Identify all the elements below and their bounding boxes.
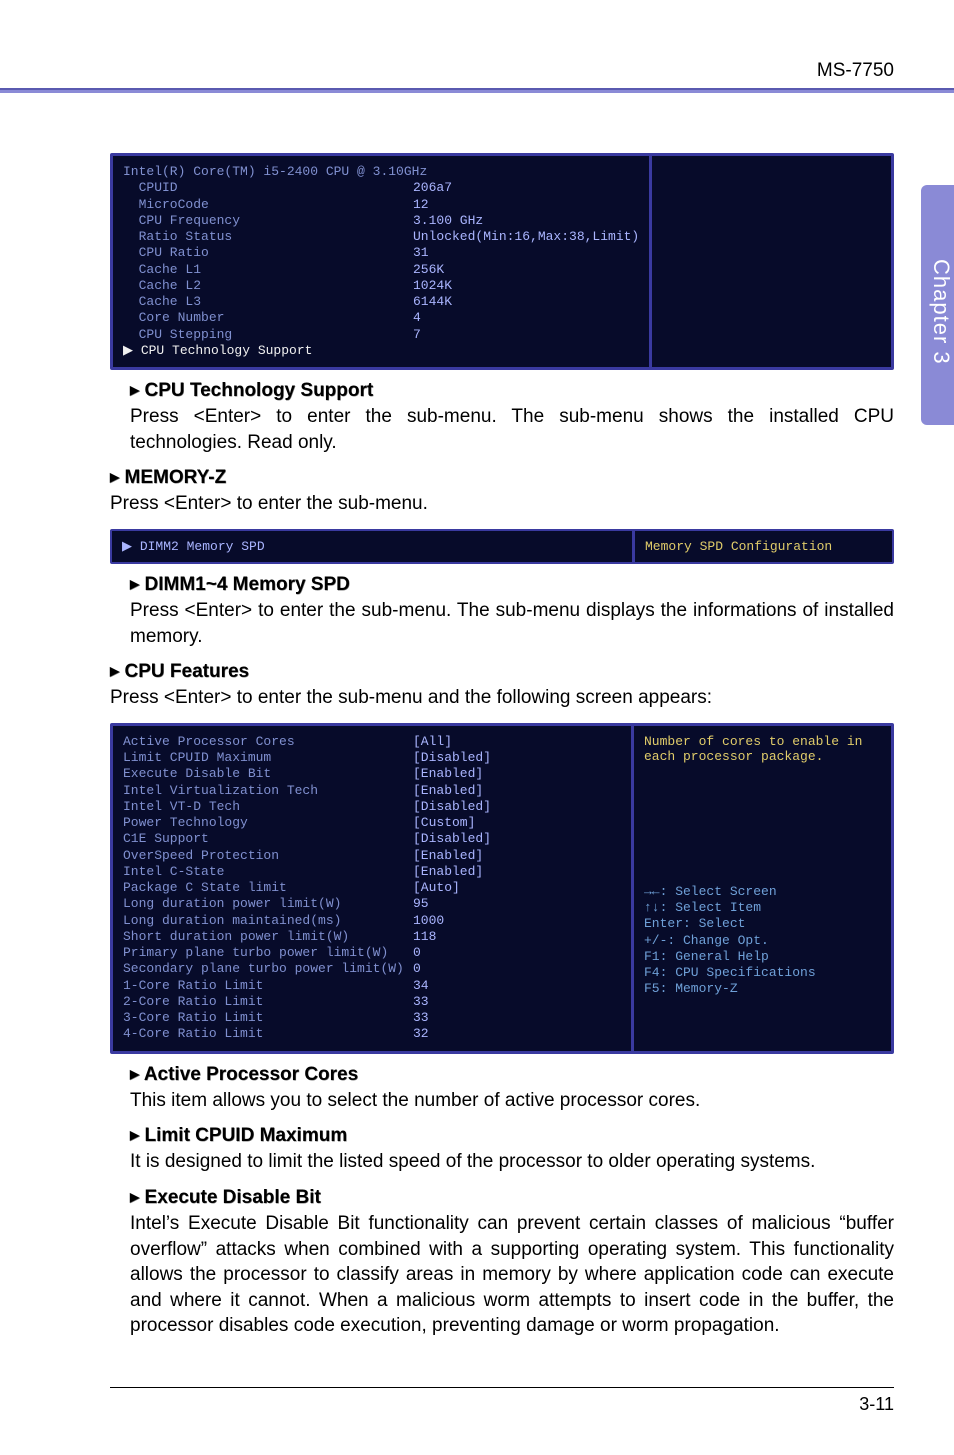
bios-row-value: 1024K [413, 278, 452, 294]
triangle-icon: ▶ [130, 383, 139, 397]
bios-row-value: 3.100 GHz [413, 213, 483, 229]
bios1-highlight: CPU Technology Support [141, 343, 313, 358]
bios-row-label: Intel VT-D Tech [123, 799, 413, 815]
text-memory-z: Press <Enter> to enter the sub-menu. [110, 491, 894, 517]
triangle-icon: ▶ [130, 1128, 139, 1142]
page-number: 3-11 [110, 1387, 894, 1415]
bios-row-value: 95 [413, 896, 429, 912]
bios-row-label: Limit CPUID Maximum [123, 750, 413, 766]
heading-apc: ▶ Active Processor Cores [130, 1064, 894, 1086]
bios-row-label: Package C State limit [123, 880, 413, 896]
heading-cpu-tech: ▶ CPU Technology Support [130, 380, 894, 402]
bios-row-label: Secondary plane turbo power limit(W) [123, 961, 413, 977]
bios-row-value: 1000 [413, 913, 444, 929]
bios-row-value: [Disabled] [413, 750, 491, 766]
bios-row-value: [Enabled] [413, 766, 483, 782]
bios-panel-cpufeatures: Active Processor Cores[All]Limit CPUID M… [110, 723, 894, 1054]
heading-memory-z: ▶ MEMORY-Z [110, 467, 894, 489]
text-apc: This item allows you to select the numbe… [130, 1088, 894, 1114]
bios-row-value: 4 [413, 310, 421, 326]
bios-key-hint: →←: Select Screen [644, 884, 881, 900]
bios-row-label: Cache L3 [123, 294, 413, 310]
bios-row-label: MicroCode [123, 197, 413, 213]
bios-panel-cpuspec: Intel(R) Core(TM) i5-2400 CPU @ 3.10GHz … [110, 153, 894, 370]
bios3-help: Number of cores to enable in each proces… [644, 734, 881, 764]
triangle-icon: ▶ [130, 1067, 139, 1081]
bios-row-value: 34 [413, 978, 429, 994]
bios-row-value: [Enabled] [413, 783, 483, 799]
bios-row-value: [All] [413, 734, 452, 750]
bios-row-value: [Disabled] [413, 831, 491, 847]
bios-row-label: CPU Stepping [123, 327, 413, 343]
text-dimm: Press <Enter> to enter the sub-menu. The… [130, 598, 894, 649]
bios-row-value: [Disabled] [413, 799, 491, 815]
heading-dimm: ▶ DIMM1~4 Memory SPD [130, 574, 894, 596]
bios-row-label: Short duration power limit(W) [123, 929, 413, 945]
bios-row-value: 33 [413, 994, 429, 1010]
side-tab-chapter: Chapter 3 [921, 185, 954, 425]
bios-row-label: Core Number [123, 310, 413, 326]
bios-key-hint: F5: Memory-Z [644, 981, 881, 997]
text-lcm: It is designed to limit the listed speed… [130, 1149, 894, 1175]
bios-key-hint: F1: General Help [644, 949, 881, 965]
bios-row-label: Cache L2 [123, 278, 413, 294]
bios-row-value: 206a7 [413, 180, 452, 196]
bios-row-label: Power Technology [123, 815, 413, 831]
bios-row-label: 1-Core Ratio Limit [123, 978, 413, 994]
bios-row-label: C1E Support [123, 831, 413, 847]
bios-row-value: 31 [413, 245, 429, 261]
bios-row-value: 6144K [413, 294, 452, 310]
bios-row-label: CPU Frequency [123, 213, 413, 229]
text-edb: Intel’s Execute Disable Bit functionalit… [130, 1211, 894, 1339]
bios-row-value: Unlocked(Min:16,Max:38,Limit) [413, 229, 639, 245]
bios-row-label: CPU Ratio [123, 245, 413, 261]
bios-row-value: 0 [413, 961, 421, 977]
bios-key-hint: Enter: Select [644, 916, 881, 932]
bios-row-value: 256K [413, 262, 444, 278]
bios-row-value: [Enabled] [413, 848, 483, 864]
bios-row-value: 32 [413, 1026, 429, 1042]
header-divider [0, 88, 954, 93]
bios-row-label: Long duration maintained(ms) [123, 913, 413, 929]
bios-panel-memspd: ▶ DIMM2 Memory SPD Memory SPD Configurat… [110, 529, 894, 564]
bios-key-hint: F4: CPU Specifications [644, 965, 881, 981]
triangle-icon: ▶ [110, 470, 119, 484]
bios-row-label: OverSpeed Protection [123, 848, 413, 864]
triangle-icon: ▶ [110, 664, 119, 678]
text-cpu-features: Press <Enter> to enter the sub-menu and … [110, 685, 894, 711]
bios-row-value: 0 [413, 945, 421, 961]
bios-row-label: Execute Disable Bit [123, 766, 413, 782]
triangle-icon: ▶ [130, 577, 139, 591]
bios-key-hint: +/-: Change Opt. [644, 933, 881, 949]
text-cpu-tech: Press <Enter> to enter the sub-menu. The… [130, 404, 894, 455]
bios-row-label: 2-Core Ratio Limit [123, 994, 413, 1010]
bios-key-hint: ↑↓: Select Item [644, 900, 881, 916]
bios-row-label: 4-Core Ratio Limit [123, 1026, 413, 1042]
bios-row-value: 33 [413, 1010, 429, 1026]
bios-row-label: Active Processor Cores [123, 734, 413, 750]
bios-row-label: Cache L1 [123, 262, 413, 278]
header-model: MS-7750 [0, 60, 954, 88]
bios-row-label: 3-Core Ratio Limit [123, 1010, 413, 1026]
bios-row-label: Ratio Status [123, 229, 413, 245]
bios-row-label: Intel C-State [123, 864, 413, 880]
bios2-left: DIMM2 Memory SPD [140, 539, 265, 554]
heading-lcm: ▶ Limit CPUID Maximum [130, 1125, 894, 1147]
bios-row-label: CPUID [123, 180, 413, 196]
bios-row-label: Primary plane turbo power limit(W) [123, 945, 413, 961]
heading-edb: ▶ Execute Disable Bit [130, 1187, 894, 1209]
triangle-icon: ▶ [130, 1190, 139, 1204]
bios-row-value: [Custom] [413, 815, 475, 831]
bios-row-value: 7 [413, 327, 421, 343]
bios-row-value: [Enabled] [413, 864, 483, 880]
bios-row-value: [Auto] [413, 880, 460, 896]
bios1-title: Intel(R) Core(TM) i5-2400 CPU @ 3.10GHz [123, 164, 413, 180]
bios-row-value: 12 [413, 197, 429, 213]
bios-row-label: Long duration power limit(W) [123, 896, 413, 912]
bios-row-value: 118 [413, 929, 436, 945]
bios-row-label: Intel Virtualization Tech [123, 783, 413, 799]
heading-cpu-features: ▶ CPU Features [110, 661, 894, 683]
bios2-right: Memory SPD Configuration [645, 539, 832, 554]
